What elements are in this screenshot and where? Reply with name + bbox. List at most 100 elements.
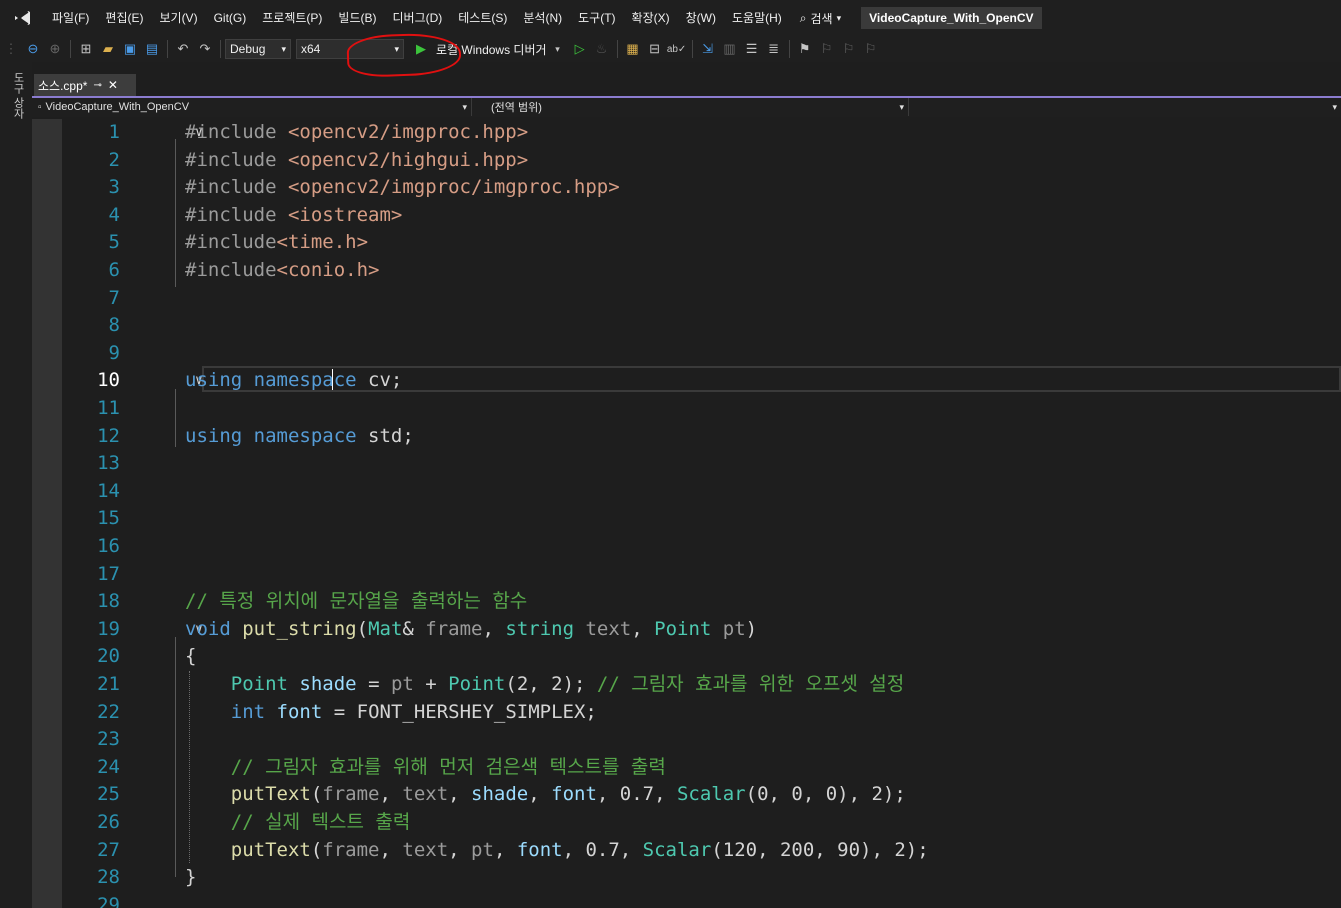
spell-check-icon[interactable]: ab✓ — [667, 40, 687, 58]
redo-icon[interactable]: ↷ — [196, 40, 214, 58]
navigate-back-icon[interactable]: ⊖ — [24, 40, 42, 58]
code-line[interactable]: 24 // 그림자 효과를 위해 먼저 검은색 텍스트를 출력 — [62, 754, 1341, 782]
code-line[interactable]: 27 putText(frame, text, pt, font, 0.7, S… — [62, 837, 1341, 865]
pin-icon[interactable]: ⊸ — [93, 80, 101, 91]
start-without-debugging-icon[interactable]: ▷ — [571, 40, 589, 58]
visual-studio-logo-icon[interactable] — [0, 0, 44, 36]
code-token: Point — [230, 673, 288, 695]
menu-item[interactable]: 테스트(S) — [450, 0, 515, 36]
platform-dropdown[interactable]: x64 ▾ — [296, 39, 404, 59]
indent-icon[interactable]: ☰ — [743, 40, 761, 58]
glyph-margin[interactable] — [32, 119, 62, 908]
code-token: , — [631, 617, 655, 640]
start-debugging-icon[interactable]: ▶ — [412, 40, 430, 58]
outdent-icon[interactable]: ≣ — [765, 40, 783, 58]
menu-items: 파일(F) 편집(E) 보기(V) Git(G) 프로젝트(P) 빌드(B) 디버그(D) 테… — [44, 0, 790, 36]
code-line[interactable]: 21 Point shade = pt + Point(2, 2); // 그림… — [62, 671, 1341, 699]
open-file-icon[interactable]: ▰ — [99, 40, 117, 58]
code-line[interactable]: 16 — [62, 533, 1341, 561]
line-number: 17 — [97, 562, 120, 585]
code-token: (2, 2); — [505, 673, 597, 695]
code-line[interactable]: 9 — [62, 340, 1341, 368]
undo-icon[interactable]: ↶ — [174, 40, 192, 58]
toolbox-side-tab[interactable]: 도구 상자 — [0, 62, 32, 908]
code-text: #include<conio.h> — [185, 257, 379, 285]
next-bookmark-icon[interactable]: ⚐ — [840, 40, 858, 58]
menu-item[interactable]: 빌드(B) — [330, 0, 384, 36]
step-into-icon[interactable]: ⇲ — [699, 40, 717, 58]
bookmark-icon[interactable]: ⚑ — [796, 40, 814, 58]
code-token: & — [402, 617, 426, 640]
chevron-down-icon: ▾ — [462, 101, 467, 112]
code-line[interactable]: 1 ∨ #include <opencv2/imgproc.hpp> — [62, 119, 1341, 147]
menu-item[interactable]: 분석(N) — [515, 0, 570, 36]
code-token: shade — [299, 673, 357, 695]
previous-bookmark-icon[interactable]: ⚐ — [818, 40, 836, 58]
start-debugger-button[interactable]: 로컬 Windows 디버거 — [436, 41, 547, 58]
new-project-icon[interactable]: ⊞ — [77, 40, 95, 58]
code-editor[interactable]: 1 ∨ #include <opencv2/imgproc.hpp> 2 #includ… — [32, 119, 1341, 908]
code-line[interactable]: 19 ∨ void put_string(Mat& frame, string te… — [62, 616, 1341, 644]
menu-item[interactable]: Git(G) — [206, 0, 255, 36]
menu-item[interactable]: 확장(X) — [624, 0, 678, 36]
comment-icon[interactable]: ▥ — [721, 40, 739, 58]
hot-reload-icon[interactable]: ♨ — [593, 40, 611, 58]
code-token: , — [379, 783, 403, 806]
close-icon[interactable]: ✕ — [108, 78, 118, 92]
code-line[interactable]: 8 — [62, 312, 1341, 340]
save-icon[interactable]: ▣ — [121, 40, 139, 58]
code-token: , — [448, 783, 472, 806]
clear-bookmarks-icon[interactable]: ⚐ — [862, 40, 880, 58]
code-line[interactable]: 15 — [62, 505, 1341, 533]
member-dropdown[interactable]: ▾ — [912, 98, 1341, 116]
code-line[interactable]: 23 — [62, 726, 1341, 754]
code-token: <opencv2/imgproc.hpp> — [287, 121, 529, 143]
code-line[interactable]: 18 // 특정 위치에 문자열을 출력하는 함수 — [62, 588, 1341, 616]
code-line[interactable]: 25 putText(frame, text, shade, font, 0.7… — [62, 781, 1341, 809]
code-line[interactable]: 6 #include<conio.h> — [62, 257, 1341, 285]
code-token: putText — [230, 783, 311, 806]
project-name: VideoCapture_With_OpenCV — [45, 101, 190, 113]
menu-item[interactable]: 도구(T) — [570, 0, 623, 36]
code-line[interactable]: 28} — [62, 864, 1341, 892]
menu-item[interactable]: 파일(F) — [44, 0, 97, 36]
save-all-icon[interactable]: ▤ — [143, 40, 161, 58]
navigate-forward-icon[interactable]: ⊕ — [46, 40, 64, 58]
code-line[interactable]: 12 using namespace std; — [62, 423, 1341, 451]
menu-item[interactable]: 창(W) — [678, 0, 724, 36]
menu-item[interactable]: 도움말(H) — [724, 0, 790, 36]
configuration-dropdown[interactable]: Debug ▾ — [225, 39, 291, 59]
line-number: 3 — [108, 176, 120, 199]
browser-link-icon[interactable]: ⊟ — [646, 40, 664, 58]
code-line[interactable]: 13 — [62, 450, 1341, 478]
code-line[interactable]: 4 #include <iostream> — [62, 202, 1341, 230]
code-line[interactable]: 11 — [62, 395, 1341, 423]
code-token: + — [413, 673, 449, 695]
project-dropdown[interactable]: ▫ VideoCapture_With_OpenCV ▾ — [34, 98, 472, 116]
code-line[interactable]: 5 #include<time.h> — [62, 229, 1341, 257]
code-token: void — [185, 617, 231, 640]
code-line[interactable]: 3 #include <opencv2/imgproc/imgproc.hpp> — [62, 174, 1341, 202]
menu-item[interactable]: 디버그(D) — [384, 0, 450, 36]
menu-item[interactable]: 보기(V) — [151, 0, 205, 36]
menu-item[interactable]: 프로젝트(P) — [254, 0, 330, 36]
code-line[interactable]: 17 — [62, 561, 1341, 589]
code-line[interactable]: 29 — [62, 892, 1341, 908]
solution-explorer-icon[interactable]: ▦ — [624, 40, 642, 58]
tab-source-cpp[interactable]: 소스.cpp* ⊸ ✕ — [34, 74, 136, 96]
code-text: // 특정 위치에 문자열을 출력하는 함수 — [185, 588, 527, 616]
code-token: putText — [230, 838, 311, 861]
chevron-down-icon[interactable]: ▾ — [549, 40, 567, 58]
code-line[interactable]: 10 ∨ using namespace cv; — [62, 367, 1341, 395]
scope-dropdown[interactable]: (전역 범위) ▾ — [487, 98, 909, 116]
menu-item[interactable]: 편집(E) — [97, 0, 151, 36]
toolbar-grip-icon: ⋮ — [4, 41, 18, 56]
search-menu[interactable]: ⌕ 검색 ▾ — [790, 10, 851, 27]
code-line[interactable]: 26 // 실제 텍스트 출력 — [62, 809, 1341, 837]
code-line[interactable]: 20 { — [62, 643, 1341, 671]
code-line[interactable]: 14 — [62, 478, 1341, 506]
code-line[interactable]: 2 #include <opencv2/highgui.hpp> — [62, 147, 1341, 175]
code-line[interactable]: 22 int font = FONT_HERSHEY_SIMPLEX; — [62, 699, 1341, 727]
code-line[interactable]: 7 — [62, 285, 1341, 313]
